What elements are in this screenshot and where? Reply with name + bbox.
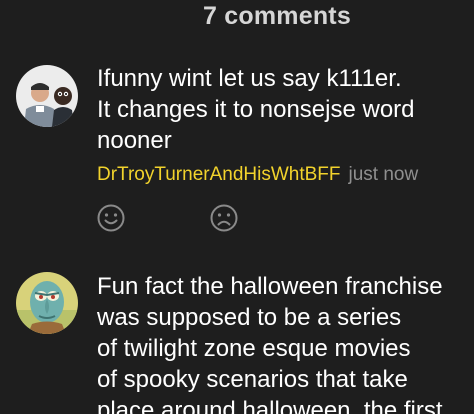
comment-line: was supposed to be a series [97,304,402,331]
comment-text: Fun fact the halloween franchise was sup… [97,271,467,414]
comment-line: nooner [97,127,172,154]
smile-face-icon[interactable] [96,203,126,233]
comment-line: of twilight zone esque movies [97,335,411,362]
comment-line: of spooky scenarios that take [97,366,408,393]
comment-timestamp: just now [348,164,419,185]
comment-line: place around halloween, the first [97,397,443,414]
frown-face-icon[interactable] [209,203,239,233]
user-photo-avatar[interactable] [16,65,78,127]
comment-meta: DrTroyTurnerAndHisWhtBFF just now [97,164,418,186]
comments-count-title: 7 comments [203,2,351,30]
comment-line: It changes it to nonsejse word [97,96,415,123]
comment-text: Ifunny wint let us say k111er. It change… [97,63,467,156]
comments-screen: 7 comments Ifunny wint let us say k111er [0,0,474,414]
comment-line: Fun fact the halloween franchise [97,273,443,300]
comment-line: Ifunny wint let us say k111er. [97,65,402,92]
comment-username[interactable]: DrTroyTurnerAndHisWhtBFF [97,164,341,185]
cartoon-character-avatar[interactable] [16,272,78,334]
